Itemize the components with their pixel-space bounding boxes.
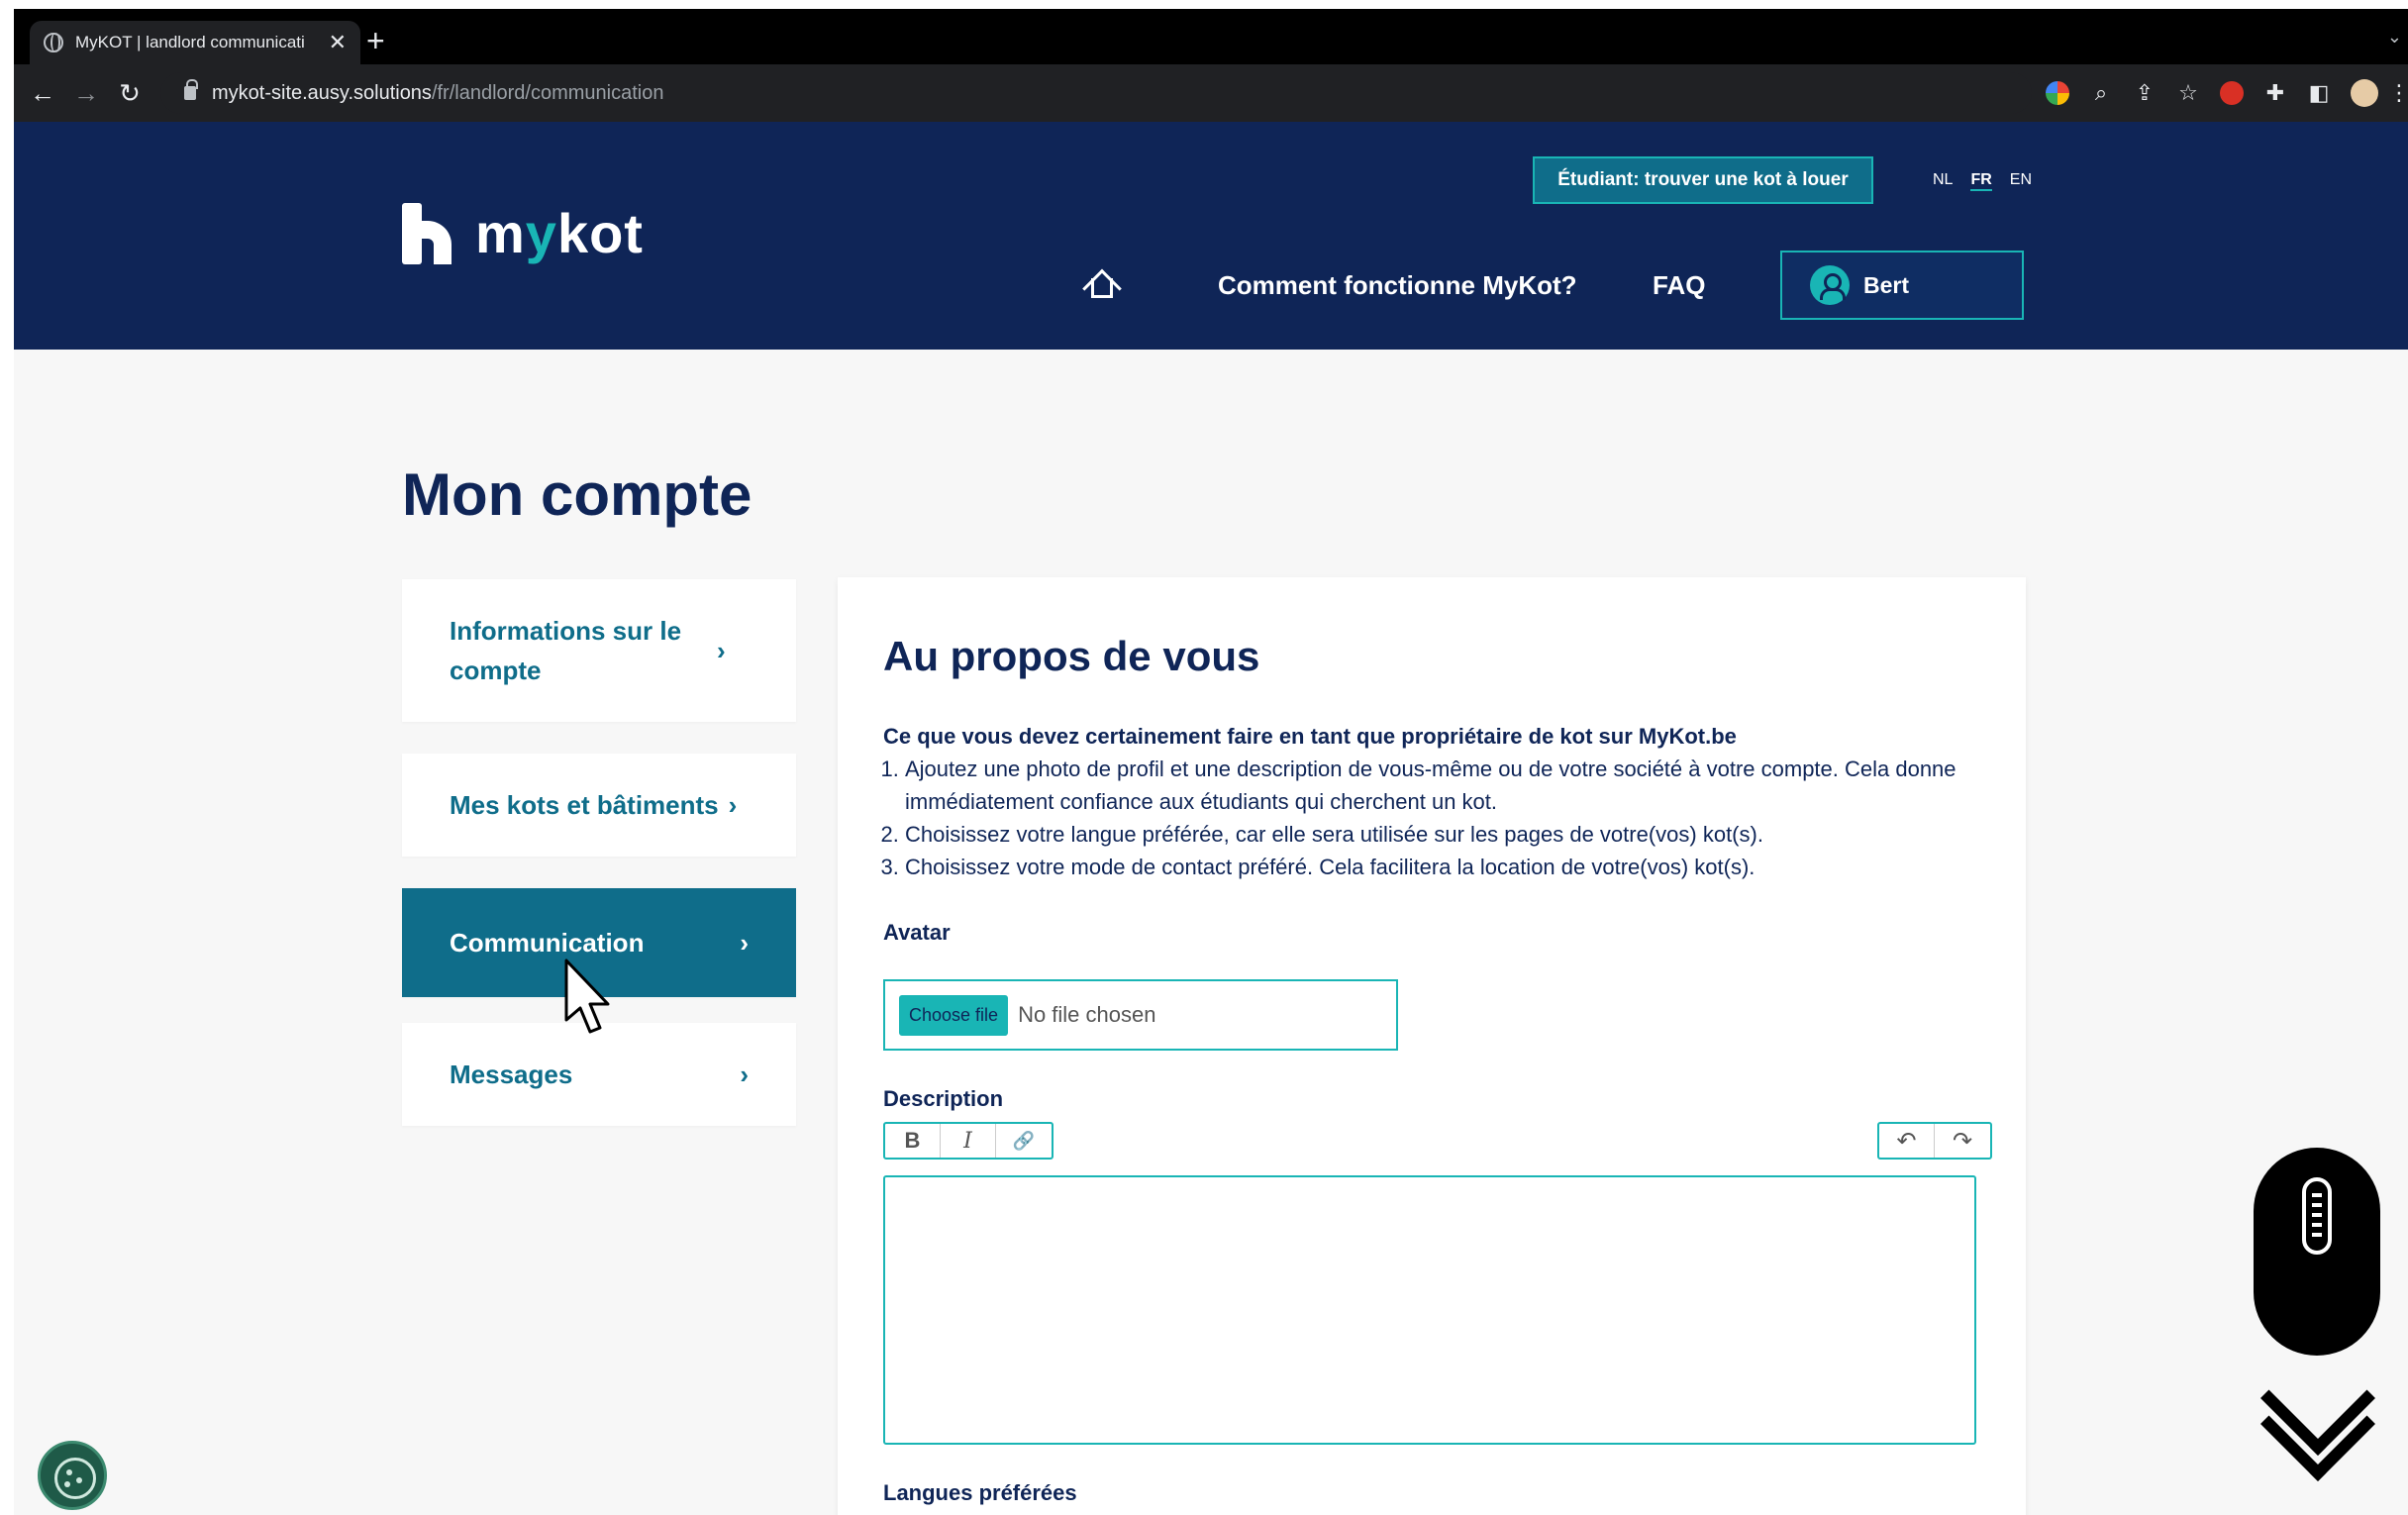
editor-history-toolbar: ↶ ↷ [1877, 1122, 1992, 1160]
choose-file-button[interactable]: Choose file [899, 994, 1009, 1036]
new-tab-button[interactable]: + [366, 23, 385, 58]
lock-icon [184, 79, 198, 100]
bookmark-star-icon[interactable]: ☆ [2166, 80, 2210, 106]
description-editor[interactable] [883, 1175, 1976, 1445]
tab-title: MyKOT | landlord communicati [75, 33, 305, 51]
logo-text: mykot [475, 202, 644, 264]
browser-tab[interactable]: MyKOT | landlord communicati ✕ [30, 21, 360, 64]
user-account-button[interactable]: Bert [1780, 251, 2024, 320]
chevron-right-icon: › [740, 927, 749, 958]
about-you-card: Au propos de vous Ce que vous devez cert… [838, 577, 2026, 1515]
intro-lead: Ce que vous devez certainement faire en … [883, 724, 1737, 749]
reload-icon[interactable]: ↻ [111, 74, 149, 112]
redo-icon[interactable]: ↷ [1935, 1124, 1990, 1158]
google-icon[interactable] [2046, 81, 2069, 105]
card-title: Au propos de vous [883, 633, 1260, 679]
extension-red-icon[interactable] [2220, 81, 2244, 105]
chevron-right-icon: › [740, 1059, 749, 1089]
student-find-kot-button[interactable]: Étudiant: trouver une kot à louer [1533, 156, 1873, 204]
lang-en[interactable]: EN [2010, 171, 2032, 191]
extensions-puzzle-icon[interactable]: ✚ [2254, 80, 2297, 106]
mouse-pointer-icon [564, 959, 610, 1034]
tab-search-icon[interactable]: ⌄ [2387, 27, 2402, 48]
list-item: Ajoutez une photo de profil et une descr… [905, 753, 2002, 818]
toolbar-icons: ⌕ ⇪ ☆ ✚ ◧ ⋮ [2036, 72, 2408, 114]
browser-toolbar: ← → ↻ mykot-site.ausy.solutions/fr/landl… [14, 64, 2408, 122]
link-icon[interactable]: 🔗 [996, 1124, 1052, 1158]
nav-how-it-works[interactable]: Comment fonctionne MyKot? [1218, 270, 1577, 301]
user-icon [1810, 265, 1850, 305]
language-switcher: NL FR EN [1933, 171, 2032, 191]
chevron-right-icon: › [728, 789, 738, 820]
intro-text: Ce que vous devez certainement faire en … [883, 720, 2002, 883]
italic-icon[interactable]: I [941, 1124, 996, 1158]
mouse-scroll-icon [2254, 1148, 2380, 1356]
side-panel-icon[interactable]: ◧ [2297, 80, 2341, 106]
zoom-icon[interactable]: ⌕ [2079, 80, 2123, 106]
sidebar-item-label: Mes kots et bâtiments [450, 790, 719, 820]
user-name: Bert [1863, 271, 1910, 298]
profile-avatar-icon[interactable] [2351, 79, 2378, 107]
url-path: /fr/landlord/communication [431, 81, 664, 104]
undo-icon[interactable]: ↶ [1879, 1124, 1935, 1158]
sidebar-item-label: Messages [450, 1060, 573, 1089]
forward-arrow-icon[interactable]: → [67, 74, 105, 112]
avatar-file-input[interactable]: Choose file No file chosen [883, 979, 1398, 1051]
site-header: mykot Étudiant: trouver une kot à louer … [14, 122, 2408, 350]
editor-format-toolbar: B I 🔗 [883, 1122, 1054, 1160]
avatar-label: Avatar [883, 920, 951, 945]
url-host: mykot-site.ausy.solutions [212, 81, 432, 104]
back-arrow-icon[interactable]: ← [24, 74, 61, 112]
description-label: Description [883, 1086, 1004, 1111]
lang-nl[interactable]: NL [1933, 171, 1953, 191]
tab-bar: MyKOT | landlord communicati ✕ + ⌄ [14, 9, 2408, 64]
chevron-right-icon: › [717, 635, 726, 665]
logo-k-icon [402, 202, 461, 264]
globe-icon [44, 33, 63, 52]
sidebar-item-account-info[interactable]: Informations sur le compte › [402, 579, 796, 722]
address-bar[interactable]: mykot-site.ausy.solutions/fr/landlord/co… [160, 72, 2032, 114]
menu-dots-icon[interactable]: ⋮ [2388, 80, 2408, 106]
mykot-logo[interactable]: mykot [402, 201, 644, 265]
lang-fr[interactable]: FR [1970, 171, 1992, 191]
sidebar-item-label: Informations sur le compte [450, 616, 682, 685]
cookie-settings-icon[interactable] [38, 1441, 107, 1510]
nav-faq[interactable]: FAQ [1653, 270, 1705, 301]
scroll-down-chevrons-icon [2254, 1341, 2382, 1481]
preferred-languages-label: Langues préférées [883, 1480, 1077, 1505]
page-title: Mon compte [402, 461, 752, 528]
share-icon[interactable]: ⇪ [2123, 80, 2166, 106]
close-tab-icon[interactable]: ✕ [329, 30, 347, 55]
browser-window: MyKOT | landlord communicati ✕ + ⌄ ← → ↻… [14, 9, 2408, 1515]
bold-icon[interactable]: B [885, 1124, 941, 1158]
steps-list: Ajoutez une photo de profil et une descr… [905, 753, 2002, 883]
no-file-text: No file chosen [1018, 1002, 1156, 1027]
home-icon[interactable] [1082, 266, 1122, 309]
sidebar-item-kots-buildings[interactable]: Mes kots et bâtiments › [402, 754, 796, 857]
list-item: Choisissez votre mode de contact préféré… [905, 851, 2002, 883]
list-item: Choisissez votre langue préférée, car el… [905, 818, 2002, 851]
